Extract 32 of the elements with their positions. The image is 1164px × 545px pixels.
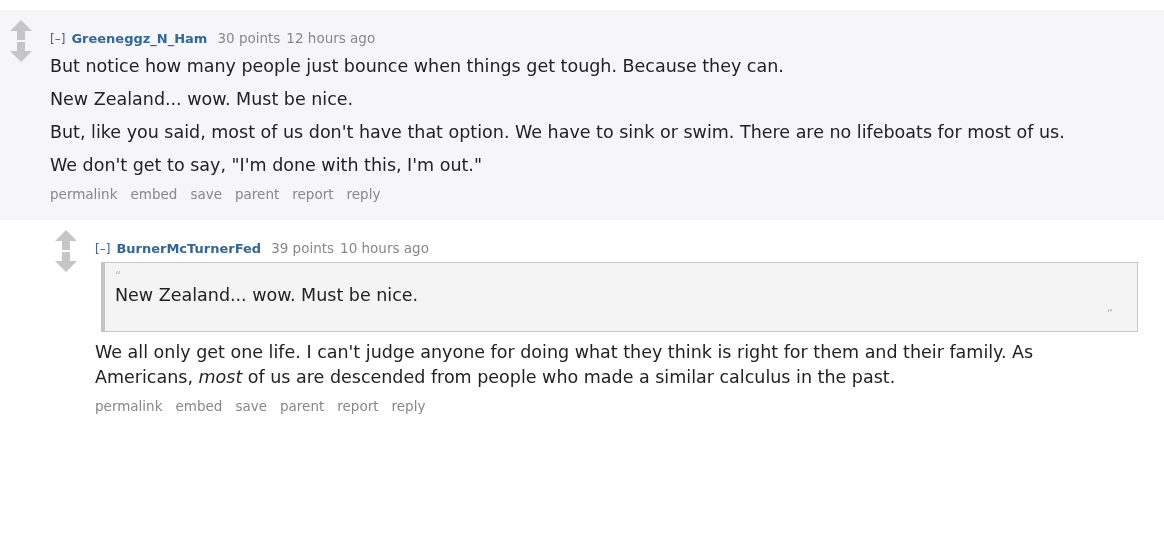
quote-text: New Zealand... wow. Must be nice. — [115, 284, 420, 307]
open-quote-mark: “ — [115, 269, 123, 283]
timestamp: 12 hours ago — [286, 30, 376, 46]
author-link[interactable]: Greeneggz_N_Ham — [71, 31, 208, 46]
score: 39 points — [271, 240, 335, 256]
action-link[interactable]: embed — [175, 398, 223, 414]
timestamp: 10 hours ago — [340, 240, 429, 256]
comment-paragraph: We all only get one life. I can't judge anyone for doing what they think is right for them and their family. As Americans, most of us are descended from people who made a similar calculus in the past. — [95, 341, 1035, 389]
comment-paragraph: But, like you said, most of us don't have that option. We have to sink or swim. There are no lifeboats for most of us. — [50, 121, 1066, 144]
comment-paragraph: But notice how many people just bounce when things get tough. Because they can. — [50, 55, 785, 78]
action-link[interactable]: permalink — [95, 398, 163, 414]
upvote-icon[interactable] — [55, 230, 77, 250]
action-link[interactable]: parent — [235, 186, 280, 202]
action-link[interactable]: embed — [130, 186, 178, 202]
action-link[interactable]: parent — [280, 398, 325, 414]
action-link[interactable]: save — [190, 186, 222, 202]
score: 30 points — [217, 30, 281, 46]
action-link[interactable]: reply — [391, 398, 426, 414]
action-link[interactable]: save — [235, 398, 267, 414]
upvote-icon[interactable] — [10, 20, 32, 40]
downvote-icon[interactable] — [55, 252, 77, 272]
action-link[interactable]: report — [337, 398, 379, 414]
author-link[interactable]: BurnerMcTurnerFed — [116, 241, 262, 256]
comment-paragraph: New Zealand... wow. Must be nice. — [50, 88, 355, 111]
downvote-icon[interactable] — [10, 42, 32, 62]
action-link[interactable]: reply — [346, 186, 381, 202]
collapse-toggle[interactable]: [–] — [95, 242, 111, 256]
close-quote-mark: ” — [1106, 307, 1113, 321]
collapse-toggle[interactable]: [–] — [50, 32, 66, 46]
action-link[interactable]: report — [292, 186, 334, 202]
comment-paragraph: We don't get to say, "I'm done with this, I'm out." — [50, 154, 483, 177]
action-link[interactable]: permalink — [50, 186, 118, 202]
